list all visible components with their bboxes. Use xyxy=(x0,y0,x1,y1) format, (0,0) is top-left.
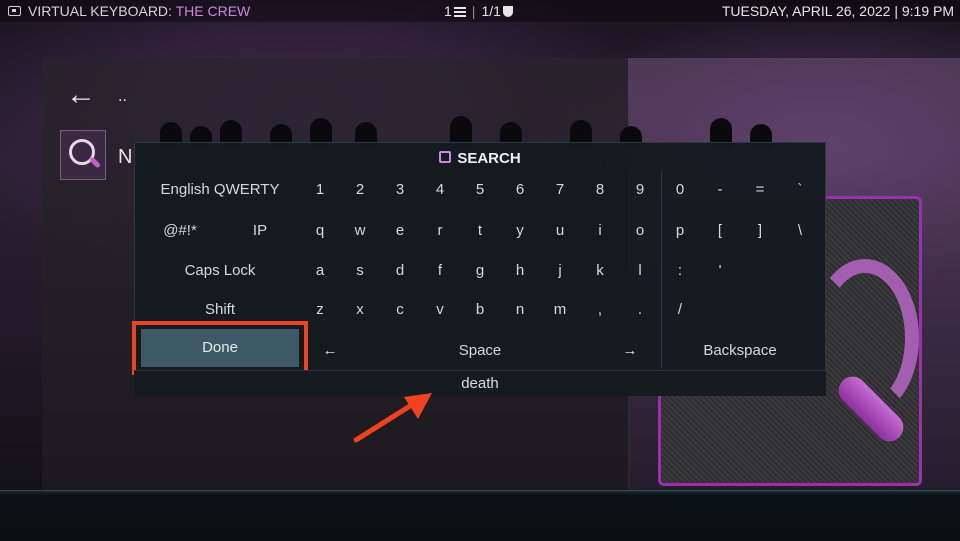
key[interactable]: t xyxy=(468,221,492,241)
title-prefix: VIRTUAL KEYBOARD: xyxy=(28,3,176,19)
key[interactable]: p xyxy=(668,221,692,241)
key[interactable]: 7 xyxy=(548,180,572,200)
backspace-button[interactable]: Backspace xyxy=(672,341,808,361)
item-label[interactable]: N xyxy=(118,146,132,169)
key[interactable]: l xyxy=(628,261,652,281)
key[interactable]: 3 xyxy=(388,180,412,200)
search-input[interactable]: death xyxy=(134,370,826,396)
bottom-bar xyxy=(0,490,960,541)
key[interactable]: / xyxy=(668,300,692,320)
key[interactable]: - xyxy=(708,180,732,200)
list-icon xyxy=(453,7,466,17)
key[interactable]: ' xyxy=(708,261,732,281)
key[interactable]: ] xyxy=(748,221,772,241)
tv-icon xyxy=(8,6,21,16)
key[interactable]: e xyxy=(388,221,412,241)
shield-icon xyxy=(502,6,513,17)
key[interactable]: 5 xyxy=(468,180,492,200)
page-info: 1/1 xyxy=(481,3,501,19)
search-item-thumbnail[interactable] xyxy=(60,130,106,180)
symbols-button[interactable]: @#!* xyxy=(150,221,210,241)
key[interactable]: w xyxy=(348,221,372,241)
key[interactable]: : xyxy=(668,261,692,281)
keyboard-title: SEARCH xyxy=(135,143,825,173)
list-info: 1 | 1/1 xyxy=(444,0,513,22)
list-count: 1 xyxy=(444,3,452,19)
key[interactable]: y xyxy=(508,221,532,241)
ip-button[interactable]: IP xyxy=(235,221,285,241)
key[interactable]: q xyxy=(308,221,332,241)
space-button[interactable]: Space xyxy=(420,341,540,361)
key[interactable]: 8 xyxy=(588,180,612,200)
parent-folder-item[interactable]: .. xyxy=(118,88,127,106)
key[interactable]: d xyxy=(388,261,412,281)
key[interactable]: g xyxy=(468,261,492,281)
key[interactable]: 6 xyxy=(508,180,532,200)
cursor-right-button[interactable]: → xyxy=(618,341,642,361)
key[interactable]: 1 xyxy=(308,180,332,200)
key[interactable]: 2 xyxy=(348,180,372,200)
key[interactable]: b xyxy=(468,300,492,320)
key[interactable]: o xyxy=(628,221,652,241)
key[interactable]: h xyxy=(508,261,532,281)
key[interactable]: = xyxy=(748,180,772,200)
key[interactable]: 0 xyxy=(668,180,692,200)
shift-button[interactable]: Shift xyxy=(150,300,290,320)
key[interactable]: 4 xyxy=(428,180,452,200)
key[interactable]: f xyxy=(428,261,452,281)
back-arrow-icon[interactable]: ← xyxy=(66,80,100,110)
key[interactable]: s xyxy=(348,261,372,281)
key[interactable]: u xyxy=(548,221,572,241)
key[interactable]: 9 xyxy=(628,180,652,200)
title-addon-name: THE CREW xyxy=(175,3,251,19)
key[interactable]: . xyxy=(628,300,652,320)
cursor-left-button[interactable]: ← xyxy=(318,341,342,361)
key[interactable]: x xyxy=(348,300,372,320)
done-button[interactable]: Done xyxy=(141,329,299,367)
key[interactable]: k xyxy=(588,261,612,281)
key[interactable]: [ xyxy=(708,221,732,241)
key[interactable]: m xyxy=(548,300,572,320)
window-title: VIRTUAL KEYBOARD: THE CREW xyxy=(28,0,250,22)
key[interactable]: v xyxy=(428,300,452,320)
search-icon xyxy=(439,151,452,163)
key[interactable]: ` xyxy=(788,180,812,200)
layout-button[interactable]: English QWERTY xyxy=(150,180,290,200)
top-bar: VIRTUAL KEYBOARD: THE CREW 1 | 1/1 TUESDAY… xyxy=(0,0,960,22)
date-time: TUESDAY, APRIL 26, 2022 | 9:19 PM xyxy=(721,3,954,19)
key[interactable]: a xyxy=(308,261,332,281)
key[interactable]: n xyxy=(508,300,532,320)
key[interactable]: c xyxy=(388,300,412,320)
key[interactable]: z xyxy=(308,300,332,320)
key[interactable]: j xyxy=(548,261,572,281)
key[interactable]: , xyxy=(588,300,612,320)
divider xyxy=(661,172,662,368)
key[interactable]: i xyxy=(588,221,612,241)
key[interactable]: \ xyxy=(788,221,812,241)
key[interactable]: r xyxy=(428,221,452,241)
caps-lock-button[interactable]: Caps Lock xyxy=(150,261,290,281)
